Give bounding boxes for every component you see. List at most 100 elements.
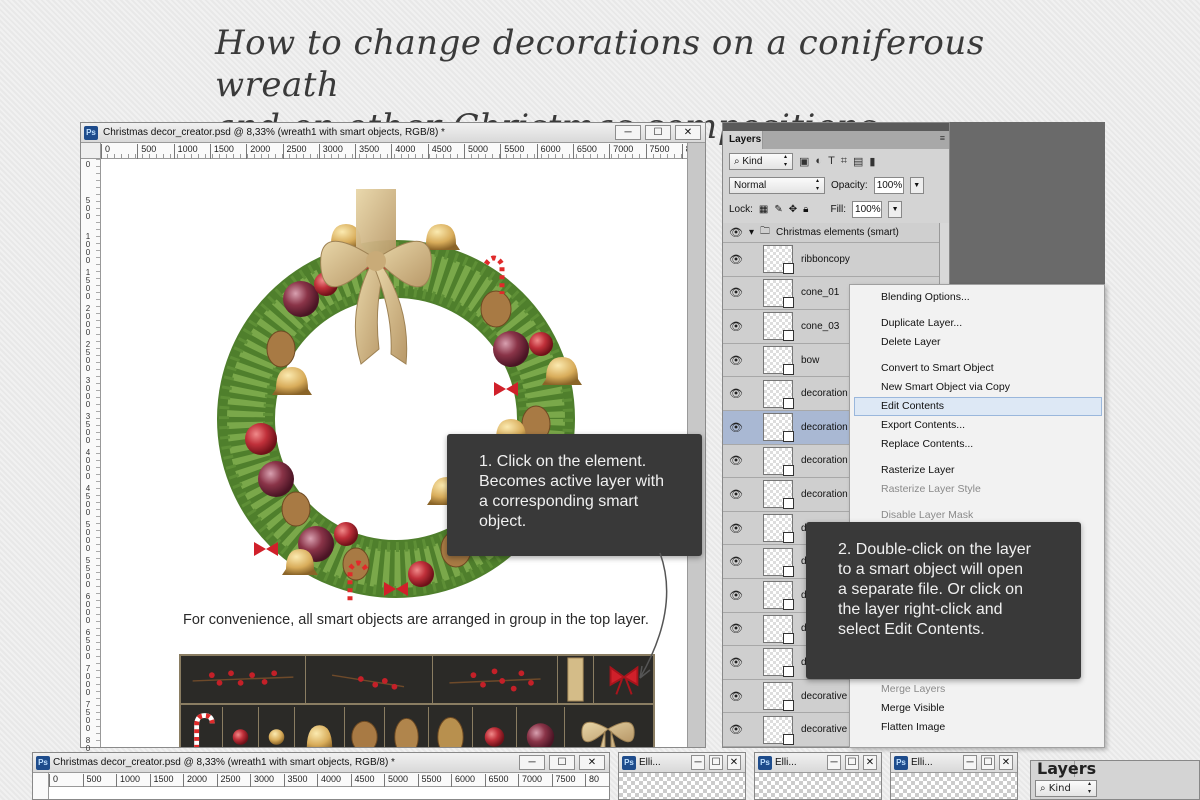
adjustment-filter-icon[interactable]: ◐ (815, 155, 822, 168)
layer-group-row[interactable]: 👁︎ ▾ 🗀 Christmas elements (smart) (723, 223, 939, 243)
visibility-eye-icon[interactable]: 👁︎ (723, 354, 749, 367)
burlap-ribbon[interactable] (558, 656, 594, 703)
smart-object-thumbnail[interactable] (763, 379, 794, 409)
smart-object-thumbnail[interactable] (763, 715, 794, 745)
document-titlebar[interactable]: Ps Christmas decor_creator.psd @ 8,33% (… (81, 123, 705, 143)
menu-item-edit-contents[interactable]: Edit Contents (881, 397, 944, 415)
smart-object-thumbnail[interactable] (763, 446, 794, 476)
blend-mode-select[interactable]: Normal (729, 176, 825, 194)
smart-object-thumbnail[interactable] (763, 278, 794, 308)
maximize-button[interactable]: ☐ (645, 125, 671, 140)
close-button[interactable]: ✕ (999, 755, 1013, 770)
expand-arrow-icon[interactable]: ▾ (749, 227, 754, 238)
maximize-button[interactable]: ☐ (981, 755, 995, 770)
shape-filter-icon[interactable]: ⌗ (841, 155, 847, 168)
layer-name[interactable]: ribboncopy (801, 254, 850, 265)
visibility-eye-icon[interactable]: 👁︎ (723, 723, 749, 736)
smart-object-thumbnail[interactable] (763, 312, 794, 342)
visibility-eye-icon[interactable]: 👁︎ (723, 522, 749, 535)
kind-filter-select[interactable]: ⌕ Kind (729, 152, 793, 170)
visibility-eye-icon[interactable]: 👁︎ (723, 555, 749, 568)
ruler-origin[interactable] (81, 143, 101, 159)
close-button[interactable]: ✕ (675, 125, 701, 140)
menu-item-export-contents[interactable]: Export Contents... (881, 416, 965, 434)
vertical-ruler[interactable] (33, 773, 49, 799)
smart-object-thumbnail[interactable] (763, 245, 794, 275)
visibility-eye-icon[interactable]: 👁︎ (723, 690, 749, 703)
smart-object-thumbnail[interactable] (763, 514, 794, 544)
mini-window-titlebar[interactable]: Ps Elli... ─ ☐ ✕ (619, 753, 745, 773)
layer-name[interactable]: decoration (801, 455, 848, 466)
menu-item-merge-visible[interactable]: Merge Visible (881, 699, 944, 717)
layer-name[interactable]: cone_01 (801, 287, 839, 298)
visibility-eye-icon[interactable]: 👁︎ (723, 387, 749, 400)
menu-item-blending-options[interactable]: Blending Options... (881, 288, 970, 306)
maximize-button[interactable]: ☐ (845, 755, 859, 770)
smart-object-thumbnail[interactable] (763, 547, 794, 577)
close-button[interactable]: ✕ (863, 755, 877, 770)
gold-bell[interactable] (295, 707, 345, 747)
smart-object-filter-icon[interactable]: ▤ (853, 155, 863, 168)
minimize-button[interactable]: ─ (615, 125, 641, 140)
smart-object-thumbnail[interactable] (763, 581, 794, 611)
transparent-canvas[interactable] (891, 773, 1017, 799)
horizontal-ruler[interactable]: 0 500 1000 1500 2000 2500 3000 3500 4000 4500 5000… (49, 773, 609, 787)
fill-input[interactable]: 100% (852, 200, 883, 218)
mini-window-titlebar[interactable]: Ps Elli... ─ ☐ ✕ (891, 753, 1017, 773)
bottom-canvas[interactable] (49, 787, 609, 799)
layers-tab[interactable]: Layers (723, 131, 763, 149)
layer-name[interactable]: decoration (801, 489, 848, 500)
vertical-ruler[interactable]: 0 5 0 0 1 0 0 0 1 5 0 0 2 0 0 0 2 5 0 0 3 0 0 … (81, 159, 101, 769)
close-button[interactable]: ✕ (579, 755, 605, 770)
maximize-button[interactable]: ☐ (549, 755, 575, 770)
opacity-input[interactable]: 100% (873, 176, 904, 194)
berry-branch-2[interactable] (306, 656, 433, 703)
visibility-eye-icon[interactable]: 👁︎ (723, 286, 749, 299)
smart-object-thumbnail[interactable] (763, 346, 794, 376)
visibility-eye-icon[interactable]: 👁︎ (723, 226, 749, 239)
visibility-eye-icon[interactable]: 👁︎ (723, 589, 749, 602)
pine-cone-1[interactable] (345, 707, 385, 747)
panel-menu-icon[interactable]: ≡ (940, 133, 945, 143)
berry-branch-1[interactable] (181, 656, 306, 703)
bottom-document-titlebar[interactable]: Ps Christmas decor_creator.psd @ 8,33% (… (33, 753, 609, 773)
layer-name[interactable]: decoration (801, 388, 848, 399)
menu-item-new-smart-object-via-copy[interactable]: New Smart Object via Copy (881, 378, 1010, 396)
candy-cane[interactable] (181, 707, 223, 747)
minimize-button[interactable]: ─ (963, 755, 977, 770)
layer-name[interactable]: decorative (801, 724, 847, 735)
wine-ball[interactable] (517, 707, 565, 747)
layer-name[interactable]: cone_03 (801, 321, 839, 332)
layers-tab[interactable]: Layers (1031, 761, 1096, 777)
visibility-eye-icon[interactable]: 👁︎ (723, 656, 749, 669)
close-button[interactable]: ✕ (727, 755, 741, 770)
maximize-button[interactable]: ☐ (709, 755, 723, 770)
minimize-button[interactable]: ─ (691, 755, 705, 770)
layer-row[interactable]: 👁︎ ribboncopy (723, 243, 939, 277)
lock-image-icon[interactable]: ✎ (774, 204, 782, 215)
transparent-canvas[interactable] (619, 773, 745, 799)
visibility-eye-icon[interactable]: 👁︎ (723, 320, 749, 333)
layer-name[interactable]: decorative (801, 691, 847, 702)
minimize-button[interactable]: ─ (519, 755, 545, 770)
pixel-filter-icon[interactable]: ▣ (799, 155, 809, 168)
pine-cone-3[interactable] (429, 707, 473, 747)
mini-window-titlebar[interactable]: Ps Elli... ─ ☐ ✕ (755, 753, 881, 773)
smart-object-thumbnail[interactable] (763, 480, 794, 510)
menu-item-convert-to-smart-object[interactable]: Convert to Smart Object (881, 359, 994, 377)
menu-item-duplicate-layer[interactable]: Duplicate Layer... (881, 314, 962, 332)
opacity-dropdown[interactable]: ▼ (909, 176, 924, 194)
minimize-button[interactable]: ─ (827, 755, 841, 770)
horizontal-ruler[interactable]: 0 500 1000 1500 2000 2500 3000 3500 4000 4500 5000… (101, 143, 696, 159)
visibility-eye-icon[interactable]: 👁︎ (723, 253, 749, 266)
menu-item-rasterize-layer[interactable]: Rasterize Layer (881, 461, 955, 479)
red-ball[interactable] (473, 707, 517, 747)
smart-object-thumbnail[interactable] (763, 682, 794, 712)
menu-item-delete-layer[interactable]: Delete Layer (881, 333, 941, 351)
smart-object-thumbnail[interactable] (763, 614, 794, 644)
visibility-eye-icon[interactable]: 👁︎ (723, 454, 749, 467)
visibility-eye-icon[interactable]: 👁︎ (723, 488, 749, 501)
filter-toggle-icon[interactable]: ▮ (869, 155, 875, 168)
lock-transparent-icon[interactable]: ▦ (759, 204, 768, 215)
visibility-eye-icon[interactable]: 👁︎ (723, 421, 749, 434)
